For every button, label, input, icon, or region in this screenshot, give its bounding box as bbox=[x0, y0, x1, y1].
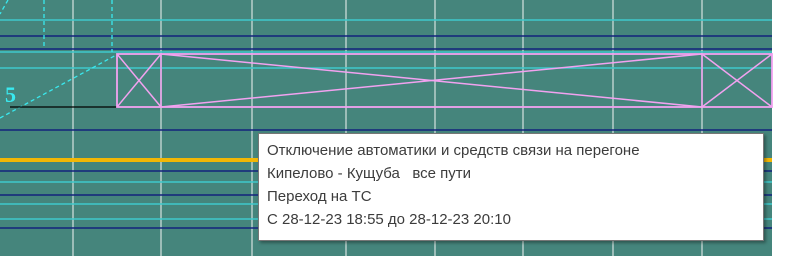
tooltip-line-closure-type: Отключение автоматики и средств связи на… bbox=[267, 142, 640, 159]
closure-info-tooltip: Отключение автоматики и средств связи на… bbox=[258, 133, 764, 241]
view-margin-bottom bbox=[0, 256, 786, 270]
view-margin-right bbox=[772, 0, 786, 270]
tooltip-line-period: С 28-12-23 18:55 до 28-12-23 20:10 bbox=[267, 211, 511, 228]
tooltip-line-stretch: Кипелово - Кущуба все пути bbox=[267, 165, 472, 182]
track-diagram-view[interactable]: 5 Отключение автоматики и средств связи … bbox=[0, 0, 786, 270]
section-number-label: 5 bbox=[5, 82, 16, 107]
tooltip-line-transition: Переход на ТС bbox=[267, 188, 372, 205]
